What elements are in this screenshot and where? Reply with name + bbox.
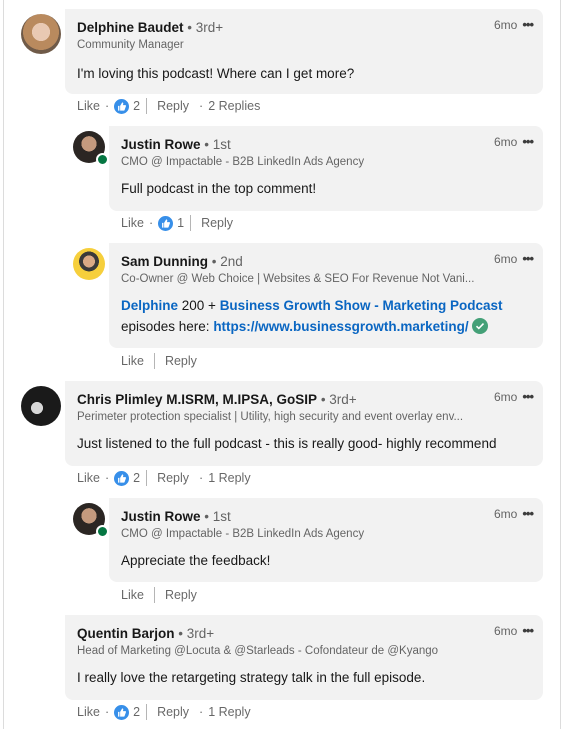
comment-bubble: Chris Plimley M.ISRM, M.IPSA, GoSIP • 3r… — [65, 381, 543, 466]
text-fragment: episodes here: — [121, 319, 214, 334]
reply-button[interactable]: Reply — [157, 705, 189, 719]
comment-text: Delphine 200 + Business Growth Show - Ma… — [121, 295, 502, 337]
left-border — [3, 0, 4, 729]
replies-link[interactable]: 2 Replies — [208, 99, 260, 113]
connection-degree: • 3rd+ — [178, 626, 215, 641]
replies-link[interactable]: 1 Reply — [208, 705, 250, 719]
like-button[interactable]: Like — [77, 99, 100, 113]
author-headline: Community Manager — [77, 39, 184, 51]
comment-actions: Like · 2 Reply · 2 Replies — [77, 98, 261, 114]
online-status-icon — [96, 525, 109, 538]
comment-text: Appreciate the feedback! — [121, 553, 271, 568]
scroll-track[interactable] — [560, 0, 561, 729]
more-options-icon[interactable]: ••• — [522, 507, 534, 520]
reply-button[interactable]: Reply — [165, 354, 197, 368]
page-link[interactable]: Business Growth Show - Marketing Podcast — [220, 298, 503, 313]
like-reaction-icon[interactable] — [114, 98, 130, 114]
author-name[interactable]: Justin Rowe — [121, 509, 201, 524]
comment-bubble: Justin Rowe • 1st CMO @ Impactable - B2B… — [109, 126, 543, 211]
comment-actions: Like · 1 Reply — [121, 215, 234, 231]
reply-button[interactable]: Reply — [165, 588, 197, 602]
comment-text: I really love the retargeting strategy t… — [77, 670, 426, 685]
author-name[interactable]: Delphine Baudet — [77, 20, 184, 35]
connection-degree: • 2nd — [211, 254, 243, 269]
comment-bubble: Justin Rowe • 1st CMO @ Impactable - B2B… — [109, 498, 543, 582]
connection-degree: • 1st — [204, 509, 231, 524]
like-button[interactable]: Like — [121, 588, 144, 602]
avatar[interactable] — [21, 14, 61, 54]
replies-link[interactable]: 1 Reply — [208, 471, 250, 485]
like-reaction-icon[interactable] — [114, 470, 130, 486]
timestamp: 6mo — [494, 390, 518, 404]
avatar[interactable] — [21, 386, 61, 426]
more-options-icon[interactable]: ••• — [522, 390, 534, 403]
url-link[interactable]: https://www.businessgrowth.marketing/ — [213, 319, 468, 334]
like-button[interactable]: Like — [77, 471, 100, 485]
reaction-count[interactable]: 2 — [133, 705, 140, 719]
comment-text: Full podcast in the top comment! — [121, 181, 317, 196]
author-headline: CMO @ Impactable - B2B LinkedIn Ads Agen… — [121, 156, 365, 168]
author-headline: CMO @ Impactable - B2B LinkedIn Ads Agen… — [121, 528, 365, 540]
author-headline: Perimeter protection specialist | Utilit… — [77, 411, 464, 423]
reply-button[interactable]: Reply — [157, 99, 189, 113]
comment-actions: Like · 2 Reply · 1 Reply — [77, 704, 251, 720]
author-name[interactable]: Justin Rowe — [121, 137, 201, 152]
more-options-icon[interactable]: ••• — [522, 252, 534, 265]
more-options-icon[interactable]: ••• — [522, 135, 534, 148]
like-reaction-icon[interactable] — [114, 704, 130, 720]
text-fragment: 200 + — [178, 298, 220, 313]
reply-button[interactable]: Reply — [157, 471, 189, 485]
author-name[interactable]: Chris Plimley M.ISRM, M.IPSA, GoSIP — [77, 392, 317, 407]
comment-actions: Like · 2 Reply · 1 Reply — [77, 470, 251, 486]
timestamp: 6mo — [494, 252, 518, 266]
avatar[interactable] — [73, 248, 105, 280]
author-headline: Co-Owner @ Web Choice | Websites & SEO F… — [121, 273, 475, 285]
author-name[interactable]: Sam Dunning — [121, 254, 208, 269]
comment-bubble: Sam Dunning • 2nd Co-Owner @ Web Choice … — [109, 243, 543, 348]
more-options-icon[interactable]: ••• — [522, 18, 534, 31]
connection-degree: • 1st — [204, 137, 231, 152]
timestamp: 6mo — [494, 135, 518, 149]
comment-bubble: Delphine Baudet • 3rd+ Community Manager… — [65, 9, 543, 94]
reaction-count[interactable]: 2 — [133, 99, 140, 113]
reaction-count[interactable]: 2 — [133, 471, 140, 485]
connection-degree: • 3rd+ — [320, 392, 357, 407]
comment-bubble: Quentin Barjon • 3rd+ Head of Marketing … — [65, 615, 543, 700]
connection-degree: • 3rd+ — [187, 20, 224, 35]
comment-text: Just listened to the full podcast - this… — [77, 436, 497, 451]
author-name[interactable]: Quentin Barjon — [77, 626, 175, 641]
like-reaction-icon[interactable] — [158, 215, 174, 231]
author-headline: Head of Marketing @Locuta & @Starleads -… — [77, 645, 439, 657]
like-button[interactable]: Like — [121, 354, 144, 368]
reaction-count[interactable]: 1 — [177, 216, 184, 230]
check-circle-icon — [471, 318, 488, 334]
comment-actions: Like Reply — [121, 587, 197, 603]
like-button[interactable]: Like — [121, 216, 144, 230]
like-button[interactable]: Like — [77, 705, 100, 719]
timestamp: 6mo — [494, 624, 518, 638]
comment-text: I'm loving this podcast! Where can I get… — [77, 66, 355, 81]
reply-button[interactable]: Reply — [201, 216, 233, 230]
comment-actions: Like Reply — [121, 353, 197, 369]
timestamp: 6mo — [494, 507, 518, 521]
more-options-icon[interactable]: ••• — [522, 624, 534, 637]
mention-link[interactable]: Delphine — [121, 298, 178, 313]
online-status-icon — [96, 153, 109, 166]
timestamp: 6mo — [494, 18, 518, 32]
